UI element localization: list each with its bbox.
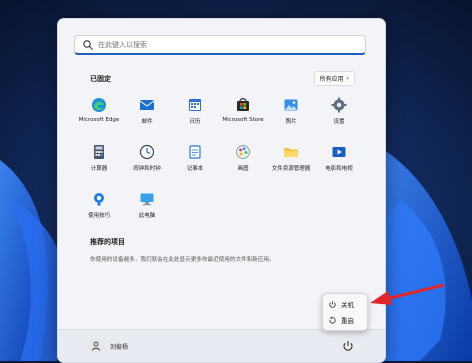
notepad-icon: [189, 145, 201, 159]
start-footer: 刘俊杨: [58, 329, 385, 362]
app-label: Microsoft Store: [222, 117, 264, 123]
store-icon: [237, 98, 249, 111]
app-label: 闹钟和时钟: [133, 166, 161, 172]
folder-icon: [284, 148, 298, 157]
app-store[interactable]: Microsoft Store: [216, 94, 270, 134]
restart-icon: [329, 316, 336, 324]
app-label: 此电脑: [138, 213, 156, 219]
app-label: 设置: [333, 119, 345, 125]
app-settings[interactable]: 设置: [312, 94, 366, 134]
app-label: 邮件: [141, 119, 153, 125]
restart-option[interactable]: 重启: [328, 314, 354, 326]
app-label: 画图: [237, 166, 249, 172]
calculator-icon: [94, 145, 104, 159]
app-calendar[interactable]: 日历: [168, 94, 222, 134]
avatar: [88, 338, 104, 354]
computer-icon: [140, 193, 154, 206]
app-calculator[interactable]: 计算器: [72, 141, 126, 181]
app-label: 文件资源管理器: [271, 166, 311, 172]
pinned-title: 已固定: [90, 75, 111, 83]
app-edge[interactable]: Microsoft Edge: [72, 94, 126, 134]
chevron-right-icon: ›: [346, 75, 349, 82]
app-tips[interactable]: 使用技巧: [72, 188, 126, 228]
app-notepad[interactable]: 记事本: [168, 141, 222, 181]
app-photos[interactable]: 照片: [264, 94, 318, 134]
user-icon: [92, 341, 100, 351]
app-clock[interactable]: 闹钟和时钟: [120, 141, 174, 181]
app-label: 计算器: [90, 166, 108, 172]
app-explorer[interactable]: 文件资源管理器: [264, 141, 318, 181]
search-icon: [83, 39, 93, 50]
app-mail[interactable]: 邮件: [120, 94, 174, 134]
tips-icon: [94, 193, 104, 206]
app-label: Microsoft Edge: [78, 117, 120, 123]
paint-icon: [236, 145, 250, 159]
app-label: 日历: [189, 119, 201, 125]
all-apps-button[interactable]: 所有应用 ›: [313, 71, 355, 86]
app-movies[interactable]: 电影和电视: [312, 141, 366, 181]
search-box[interactable]: [74, 35, 366, 55]
recommended-title: 推荐的项目: [90, 238, 125, 246]
search-input[interactable]: [94, 37, 365, 52]
mail-icon: [139, 100, 155, 110]
gear-icon: [331, 97, 347, 113]
app-thispc[interactable]: 此电脑: [120, 188, 174, 228]
app-label: 电影和电视: [325, 166, 353, 172]
user-account-button[interactable]: 刘俊杨: [88, 338, 128, 354]
edge-icon: [92, 98, 106, 112]
app-label: 使用技巧: [87, 213, 110, 219]
photos-icon: [284, 99, 298, 111]
app-paint[interactable]: 画图: [216, 141, 270, 181]
annotation-arrow: [370, 283, 445, 305]
movies-icon: [332, 147, 346, 157]
restart-label: 重启: [341, 317, 354, 325]
shutdown-label: 关机: [341, 301, 354, 309]
calendar-icon: [189, 99, 201, 111]
power-icon[interactable]: [341, 339, 355, 353]
clock-icon: [139, 144, 155, 160]
app-label: 记事本: [186, 166, 204, 172]
power-menu: 关机 重启: [322, 293, 368, 331]
user-name: 刘俊杨: [110, 343, 129, 351]
shutdown-option[interactable]: 关机: [328, 298, 354, 310]
all-apps-label: 所有应用: [319, 76, 344, 83]
power-icon: [329, 300, 336, 308]
app-label: 照片: [285, 119, 297, 125]
recommended-description: 你使用的设备越多，我们就会在此处显示更多你最近使用的文件和新应用。: [90, 257, 275, 263]
